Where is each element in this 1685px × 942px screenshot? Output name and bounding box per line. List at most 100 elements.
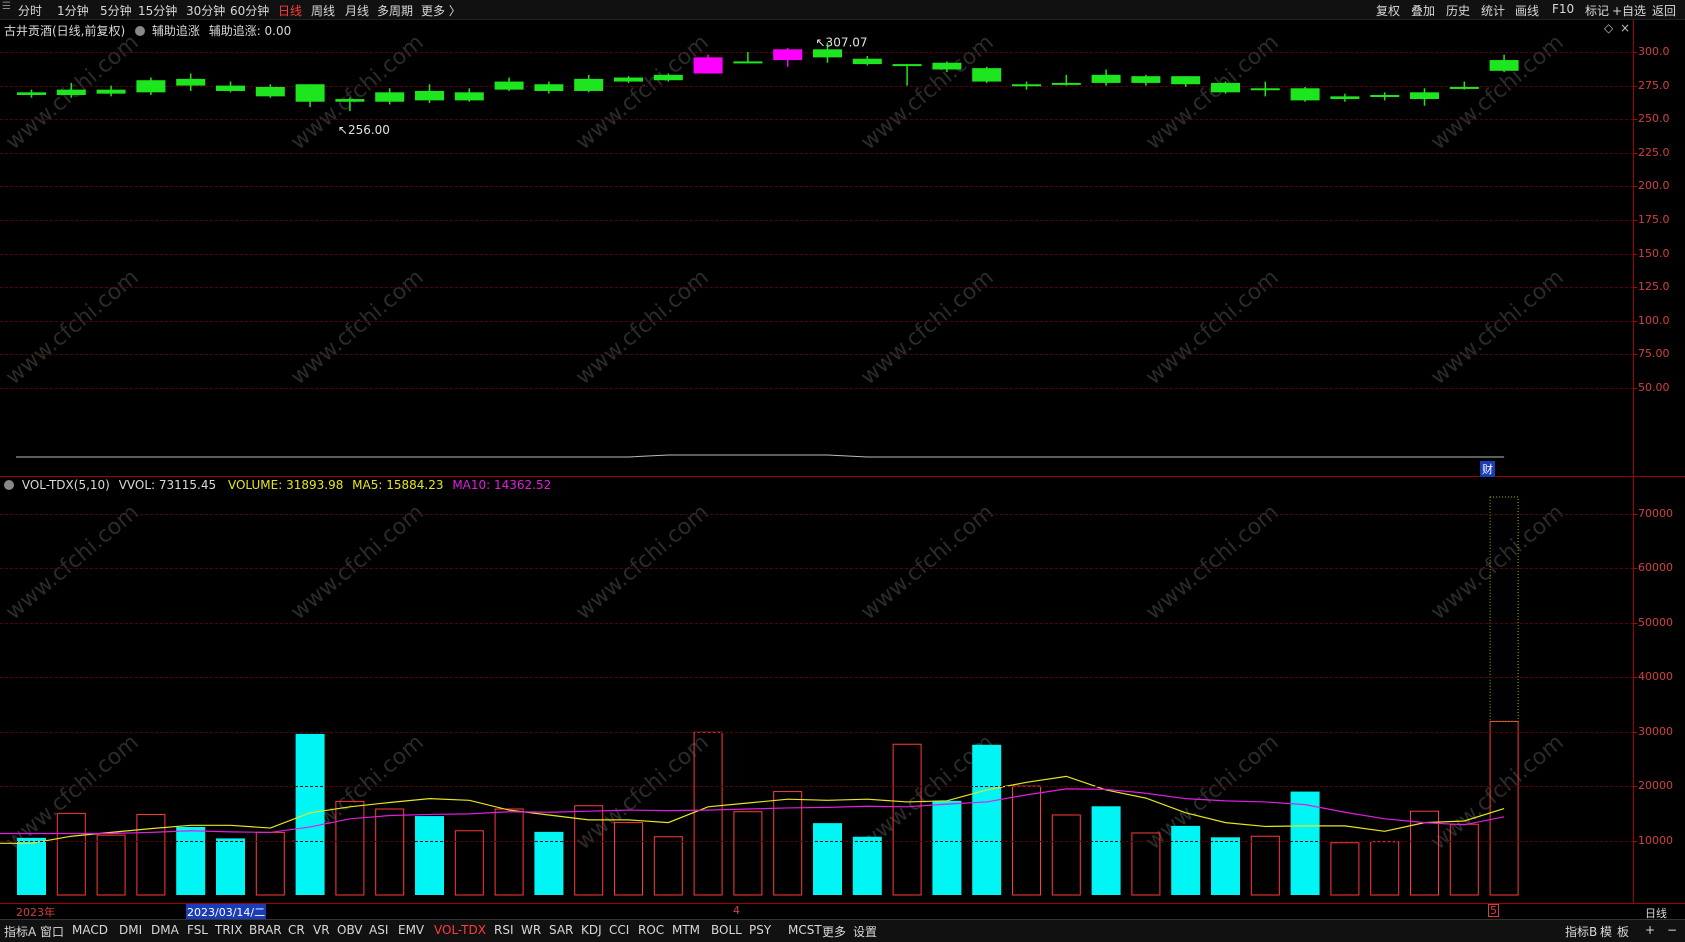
- month-5-label: 5: [1488, 904, 1499, 917]
- volume-gridline: [0, 786, 1633, 788]
- candle-body: [176, 78, 206, 86]
- candle-body: [1449, 86, 1479, 89]
- volume-tick-label: 30000: [1638, 724, 1673, 738]
- candle-body: [1211, 82, 1240, 93]
- indicator-tab-11[interactable]: ASI: [369, 923, 388, 937]
- indicator-tab-20[interactable]: MTM: [672, 923, 700, 937]
- candle-body: [415, 90, 444, 101]
- bottom-right-control-0[interactable]: 指标B: [1565, 923, 1597, 940]
- indicator-tab-8[interactable]: CR: [288, 923, 305, 937]
- indicator-tab-2[interactable]: MACD: [72, 923, 108, 937]
- vvol-value: VVOL: 73115.45: [118, 478, 217, 492]
- volume-bar: [852, 836, 882, 895]
- candle-body: [1131, 76, 1161, 83]
- volume-bar: [653, 836, 683, 896]
- volume-gridline: [0, 677, 1633, 679]
- volume-bar: [972, 744, 1002, 895]
- volume-tick-mark: [1633, 514, 1637, 515]
- indicator-toggle-icon[interactable]: [4, 480, 14, 490]
- month-4-label: 4: [733, 904, 740, 917]
- candle-body: [136, 80, 166, 93]
- indicator-tab-1[interactable]: 窗口: [40, 923, 64, 940]
- indicator-tab-9[interactable]: VR: [313, 923, 330, 937]
- indicator-tab-4[interactable]: DMA: [151, 923, 179, 937]
- ma10-value: MA10: 14362.52: [452, 478, 552, 492]
- vol-indicator-name: VOL-TDX(5,10): [21, 478, 110, 492]
- candle-body: [1250, 88, 1280, 91]
- volume-bar: [1330, 842, 1360, 896]
- indicator-tab-13[interactable]: VOL-TDX: [434, 923, 486, 937]
- volume-tick-mark: [1633, 622, 1637, 624]
- candle-body: [892, 64, 922, 67]
- indicator-tab-0[interactable]: 指标A: [4, 923, 36, 940]
- high-price-marker: ↖307.07: [816, 35, 868, 49]
- volume-panel-header: VOL-TDX(5,10) VVOL: 73115.45 VOLUME: 318…: [4, 478, 551, 492]
- volume-gridline: [0, 514, 1633, 515]
- volume-bar: [1410, 810, 1439, 896]
- bottom-right-control-2[interactable]: 板: [1617, 923, 1629, 940]
- indicator-tab-23[interactable]: MCST: [788, 923, 822, 937]
- indicator-tab-10[interactable]: OBV: [337, 923, 363, 937]
- indicator-tab-5[interactable]: FSL: [187, 923, 208, 937]
- indicator-tab-24[interactable]: 更多: [822, 923, 846, 940]
- indicator-tab-18[interactable]: CCI: [609, 923, 629, 937]
- cursor-date-label: 2023/03/14/二: [186, 904, 267, 920]
- year-label: 2023年: [16, 906, 55, 919]
- candle-body: [932, 62, 962, 70]
- bottom-right-control-4[interactable]: −: [1667, 923, 1677, 937]
- candle-body: [852, 58, 882, 65]
- indicator-tab-7[interactable]: BRAR: [249, 923, 282, 937]
- volume-bar: [773, 791, 803, 896]
- volume-bar: [1211, 837, 1240, 895]
- candle-body: [773, 49, 803, 61]
- candle-body: [1171, 76, 1201, 85]
- indicator-tab-21[interactable]: BOLL: [711, 923, 742, 937]
- volume-bar: [614, 822, 643, 896]
- volume-tick-mark: [1633, 786, 1637, 788]
- volume-bar: [1171, 825, 1201, 895]
- candle-body: [1330, 96, 1360, 100]
- volume-bar: [1489, 720, 1519, 896]
- indicator-tab-22[interactable]: PSY: [749, 923, 771, 937]
- candle-body: [335, 99, 365, 102]
- volume-tick-mark: [1633, 840, 1637, 842]
- bottom-right-control-3[interactable]: +: [1645, 923, 1655, 937]
- indicator-tab-12[interactable]: EMV: [398, 923, 424, 937]
- volume-bar: [335, 800, 365, 896]
- candle-body: [813, 49, 842, 58]
- candle-body: [1091, 74, 1121, 83]
- indicator-tab-19[interactable]: ROC: [638, 923, 664, 937]
- indicator-tab-25[interactable]: 设置: [853, 923, 877, 940]
- indicator-tab-14[interactable]: RSI: [494, 923, 514, 937]
- volume-bar: [176, 826, 206, 895]
- volume-bar: [892, 743, 922, 896]
- volume-bar: [136, 813, 166, 896]
- volume-tick-label: 60000: [1638, 561, 1673, 575]
- finance-marker[interactable]: 财: [1480, 461, 1495, 477]
- candle-body: [56, 89, 86, 96]
- volume-bar: [17, 837, 46, 895]
- candle-body: [295, 84, 325, 102]
- candle-body: [972, 68, 1002, 82]
- volume-tick-label: 20000: [1638, 779, 1673, 793]
- volume-bar: [375, 808, 405, 896]
- bottom-right-control-1[interactable]: 模: [1600, 923, 1612, 940]
- chart-canvas[interactable]: ↖307.07 ↖256.00: [0, 0, 1685, 941]
- indicator-tab-16[interactable]: SAR: [549, 923, 573, 937]
- volume-bar: [255, 831, 285, 896]
- indicator-tab-6[interactable]: TRIX: [215, 923, 242, 937]
- candle-body: [1370, 95, 1400, 98]
- indicator-tab-3[interactable]: DMI: [119, 923, 142, 937]
- volume-bar: [295, 733, 325, 895]
- indicator-tab-17[interactable]: KDJ: [581, 923, 602, 937]
- indicator-tab-15[interactable]: WR: [521, 923, 541, 937]
- candle-body: [1012, 84, 1041, 87]
- volume-gridline: [0, 731, 1633, 733]
- volume-bar: [1051, 814, 1081, 896]
- volume-bar: [1449, 823, 1479, 896]
- volume-bar: [813, 823, 842, 895]
- volume-bar: [733, 811, 763, 896]
- volume-bar: [1370, 841, 1400, 896]
- candle-body: [614, 77, 643, 82]
- volume-tick-mark: [1633, 677, 1637, 679]
